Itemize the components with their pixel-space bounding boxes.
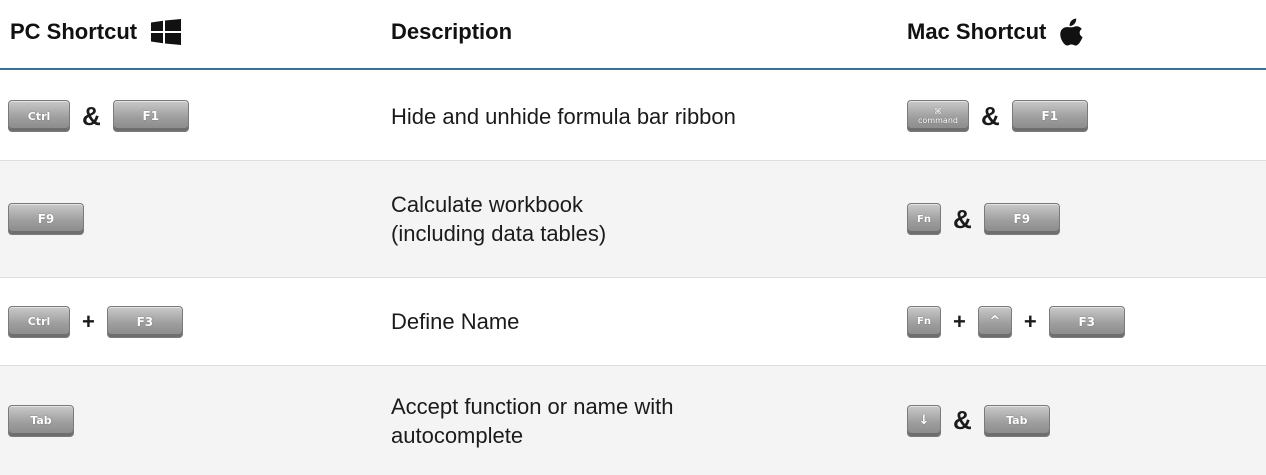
and-separator: & [82,100,101,131]
command-key: ⌘ command [907,100,969,132]
mac-shortcut-header: Mac Shortcut [907,14,1084,50]
and-separator: & [953,405,972,435]
table-row: Ctrl + F3 Define Name Fn + ^ + F3 [0,278,1266,366]
pc-shortcut-cell: Ctrl + F3 [8,278,183,365]
and-separator: & [953,203,972,234]
mac-shortcut-cell: Fn & F9 [907,161,1060,277]
table-row: Ctrl & F1 Hide and unhide formula bar ri… [0,72,1266,161]
fn-key: Fn [907,203,941,235]
description-cell: Define Name [391,278,519,365]
mac-shortcut-cell: ⌘ command & F1 [907,72,1088,160]
pc-shortcut-cell: Tab [8,366,74,475]
plus-separator: + [953,308,966,334]
ctrl-key: Ctrl [8,305,70,338]
description-text: Define Name [391,309,520,334]
pc-shortcut-header: PC Shortcut [10,14,182,50]
pc-shortcut-header-label: PC Shortcut [10,19,138,44]
pc-shortcut-cell: Ctrl & F1 [8,72,189,160]
table-header: PC Shortcut Description Mac Shortcut [0,0,1266,70]
ctrl-key: Ctrl [8,100,70,132]
description-text: Hide and unhide formula bar ribbon [391,103,736,129]
mac-shortcut-cell: ↓ & Tab [907,366,1050,475]
plus-separator: + [82,308,95,334]
down-arrow-key: ↓ [907,404,941,437]
tab-key: Tab [8,404,74,437]
table-row: Tab Accept function or name with autocom… [0,366,1266,475]
command-label: command [918,116,958,125]
description-cell: Accept function or name with autocomplet… [391,366,673,475]
tab-key: Tab [983,404,1050,437]
description-header-label: Description [391,19,513,44]
fn-key: Fn [907,305,941,338]
control-key: ^ [977,305,1012,338]
f9-key: F9 [8,203,84,235]
description-header: Description [391,14,512,50]
description-cell: Calculate workbook (including data table… [391,161,606,277]
f9-key: F9 [983,203,1060,235]
apple-logo-icon [1060,18,1084,46]
table-row: F9 Calculate workbook (including data ta… [0,161,1266,278]
mac-shortcut-cell: Fn + ^ + F3 [907,278,1125,365]
shortcut-table: PC Shortcut Description Mac Shortcut Ctr… [0,0,1266,475]
windows-logo-icon [151,19,182,45]
description-cell: Hide and unhide formula bar ribbon [391,72,736,160]
pc-shortcut-cell: F9 [8,161,84,277]
description-text: Calculate workbook (including data table… [391,192,607,246]
mac-shortcut-header-label: Mac Shortcut [907,19,1047,44]
f3-key: F3 [106,305,183,338]
command-symbol: ⌘ [934,107,942,116]
f3-key: F3 [1048,305,1125,338]
f1-key: F1 [1011,100,1088,132]
description-text: Accept function or name with autocomplet… [391,393,674,448]
plus-separator: + [1023,308,1037,334]
and-separator: & [981,100,1000,131]
f1-key: F1 [112,100,189,132]
